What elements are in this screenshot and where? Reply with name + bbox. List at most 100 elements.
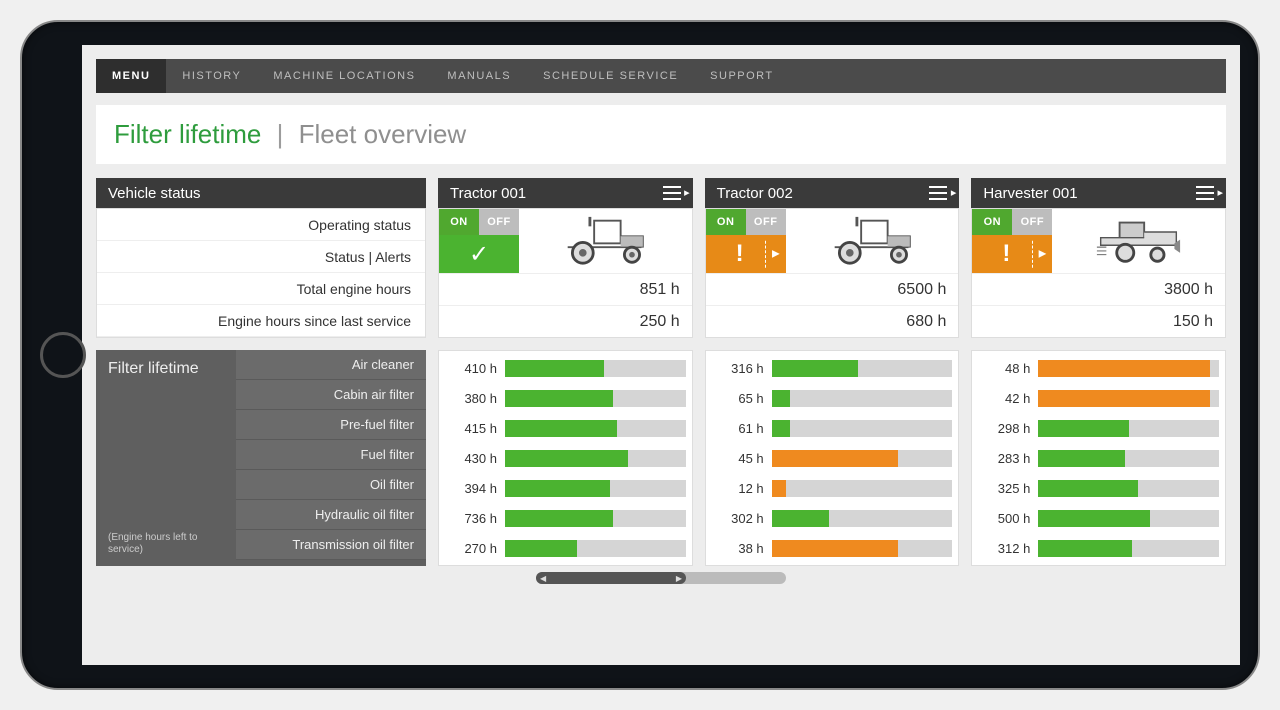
vehicle-column: Tractor 002ONOFF ▶ 6500 h680 h (705, 178, 960, 338)
filter-row: 736 h (445, 503, 686, 533)
filter-hours-value: 38 h (712, 541, 764, 556)
hours-since-service: 680 h (706, 305, 959, 337)
screen: MENUHISTORYMACHINE LOCATIONSMANUALSSCHED… (82, 45, 1240, 665)
filter-hours-value: 12 h (712, 481, 764, 496)
filter-name-row: Air cleaner (236, 350, 426, 380)
filter-hours-value: 298 h (978, 421, 1030, 436)
status-alert-warn[interactable]: ▶ (972, 235, 1052, 273)
toggle-off[interactable]: OFF (1012, 209, 1052, 235)
filter-hours-value: 61 h (712, 421, 764, 436)
horizontal-scrollbar[interactable]: ◀▶ (96, 572, 1226, 584)
filter-row: 394 h (445, 473, 686, 503)
toggle-on[interactable]: ON (972, 209, 1012, 235)
filter-row: 42 h (978, 383, 1219, 413)
filter-row: 325 h (978, 473, 1219, 503)
operating-toggle[interactable]: ONOFF (439, 209, 519, 235)
filter-hours-value: 45 h (712, 451, 764, 466)
filter-hours-value: 65 h (712, 391, 764, 406)
vehicle-name: Harvester 001 (983, 185, 1077, 202)
vehicle-column: Harvester 001 ONOFF ▶ 3800 h150 h (971, 178, 1226, 338)
toggle-off[interactable]: OFF (746, 209, 786, 235)
vehicle-image (786, 209, 959, 273)
title-sep: | (277, 119, 284, 149)
status-label-row: Operating status (97, 209, 425, 241)
filter-row: 61 h (712, 413, 953, 443)
filter-hours-value: 312 h (978, 541, 1030, 556)
menu-icon[interactable] (1196, 186, 1214, 200)
filter-hours-value: 736 h (445, 511, 497, 526)
filter-hours-value: 42 h (978, 391, 1030, 406)
title-sub: Fleet overview (299, 119, 467, 149)
nav-item[interactable]: SUPPORT (694, 59, 789, 93)
hours-since-service: 150 h (972, 305, 1225, 337)
status-alert-ok[interactable] (439, 235, 519, 273)
filter-bar (505, 540, 686, 557)
filter-name-row: Hydraulic oil filter (236, 500, 426, 530)
filter-hours-value: 325 h (978, 481, 1030, 496)
filter-bar (772, 540, 953, 557)
filter-bar (772, 360, 953, 377)
filter-row: 415 h (445, 413, 686, 443)
nav-item[interactable]: MACHINE LOCATIONS (257, 59, 431, 93)
filter-bar (772, 450, 953, 467)
alert-expand-icon[interactable]: ▶ (765, 241, 780, 268)
filter-bar (1038, 510, 1219, 527)
filter-row: 12 h (712, 473, 953, 503)
operating-toggle[interactable]: ONOFF (972, 209, 1052, 235)
filter-bar (772, 390, 953, 407)
filter-column: 316 h 65 h 61 h 45 h 12 h 302 h 38 h (705, 350, 960, 566)
filter-bar (1038, 540, 1219, 557)
scroll-thumb[interactable]: ◀▶ (536, 572, 686, 584)
filter-column: 48 h 42 h 298 h 283 h 325 h 500 h 312 h (971, 350, 1226, 566)
toggle-off[interactable]: OFF (479, 209, 519, 235)
filter-labels-panel: Filter lifetime (Engine hours left to se… (96, 350, 426, 566)
filter-hours-value: 283 h (978, 451, 1030, 466)
vehicle-name: Tractor 001 (450, 185, 526, 202)
vehicle-header[interactable]: Harvester 001 (971, 178, 1226, 208)
home-button[interactable] (40, 332, 86, 378)
filter-name-row: Transmission oil filter (236, 530, 426, 560)
filter-row: 38 h (712, 533, 953, 563)
filter-bar (505, 360, 686, 377)
status-alert-warn[interactable]: ▶ (706, 235, 786, 273)
operating-toggle[interactable]: ONOFF (706, 209, 786, 235)
filter-hours-value: 394 h (445, 481, 497, 496)
filter-bar (1038, 420, 1219, 437)
tablet-frame: MENUHISTORYMACHINE LOCATIONSMANUALSSCHED… (20, 20, 1260, 690)
status-label-row: Engine hours since last service (97, 305, 425, 337)
filter-hours-value: 500 h (978, 511, 1030, 526)
filter-hours-value: 430 h (445, 451, 497, 466)
toggle-on[interactable]: ON (439, 209, 479, 235)
toggle-on[interactable]: ON (706, 209, 746, 235)
filter-hours-value: 302 h (712, 511, 764, 526)
filter-row: 380 h (445, 383, 686, 413)
status-label-row: Status | Alerts (97, 241, 425, 273)
vehicle-header[interactable]: Tractor 002 (705, 178, 960, 208)
menu-icon[interactable] (663, 186, 681, 200)
menu-icon[interactable] (929, 186, 947, 200)
filter-row: 410 h (445, 353, 686, 383)
filter-row: 283 h (978, 443, 1219, 473)
vehicle-header[interactable]: Tractor 001 (438, 178, 693, 208)
filter-column: 410 h380 h415 h430 h394 h736 h270 h (438, 350, 693, 566)
nav-item[interactable]: SCHEDULE SERVICE (527, 59, 694, 93)
filter-row: 316 h (712, 353, 953, 383)
nav-item[interactable]: MENU (96, 59, 166, 93)
status-label-row: Total engine hours (97, 273, 425, 305)
filter-name-row: Cabin air filter (236, 380, 426, 410)
vehicle-status-header: Vehicle status (96, 178, 426, 208)
nav-item[interactable]: MANUALS (431, 59, 527, 93)
filter-bar (1038, 480, 1219, 497)
total-engine-hours: 851 h (439, 273, 692, 305)
total-engine-hours: 3800 h (972, 273, 1225, 305)
alert-expand-icon[interactable]: ▶ (1032, 241, 1047, 268)
filter-row: 48 h (978, 353, 1219, 383)
nav-item[interactable]: HISTORY (166, 59, 257, 93)
filter-bar (505, 480, 686, 497)
filter-hours-value: 48 h (978, 361, 1030, 376)
status-labels: Operating statusStatus | AlertsTotal eng… (96, 208, 426, 338)
total-engine-hours: 6500 h (706, 273, 959, 305)
filter-hours-value: 415 h (445, 421, 497, 436)
filter-bar (1038, 450, 1219, 467)
hours-since-service: 250 h (439, 305, 692, 337)
